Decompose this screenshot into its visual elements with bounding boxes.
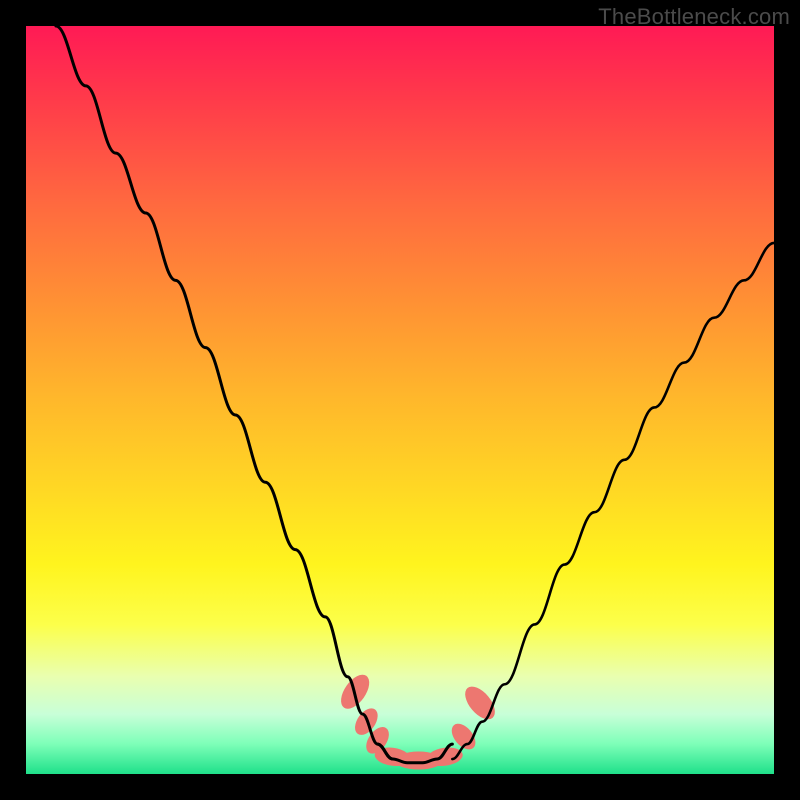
chart-svg	[26, 26, 774, 774]
chart-markers	[335, 670, 500, 770]
chart-frame: TheBottleneck.com	[0, 0, 800, 800]
left-curve	[56, 26, 393, 759]
chart-plot-area	[26, 26, 774, 774]
right-curve	[452, 243, 774, 759]
credit-label: TheBottleneck.com	[598, 4, 790, 30]
